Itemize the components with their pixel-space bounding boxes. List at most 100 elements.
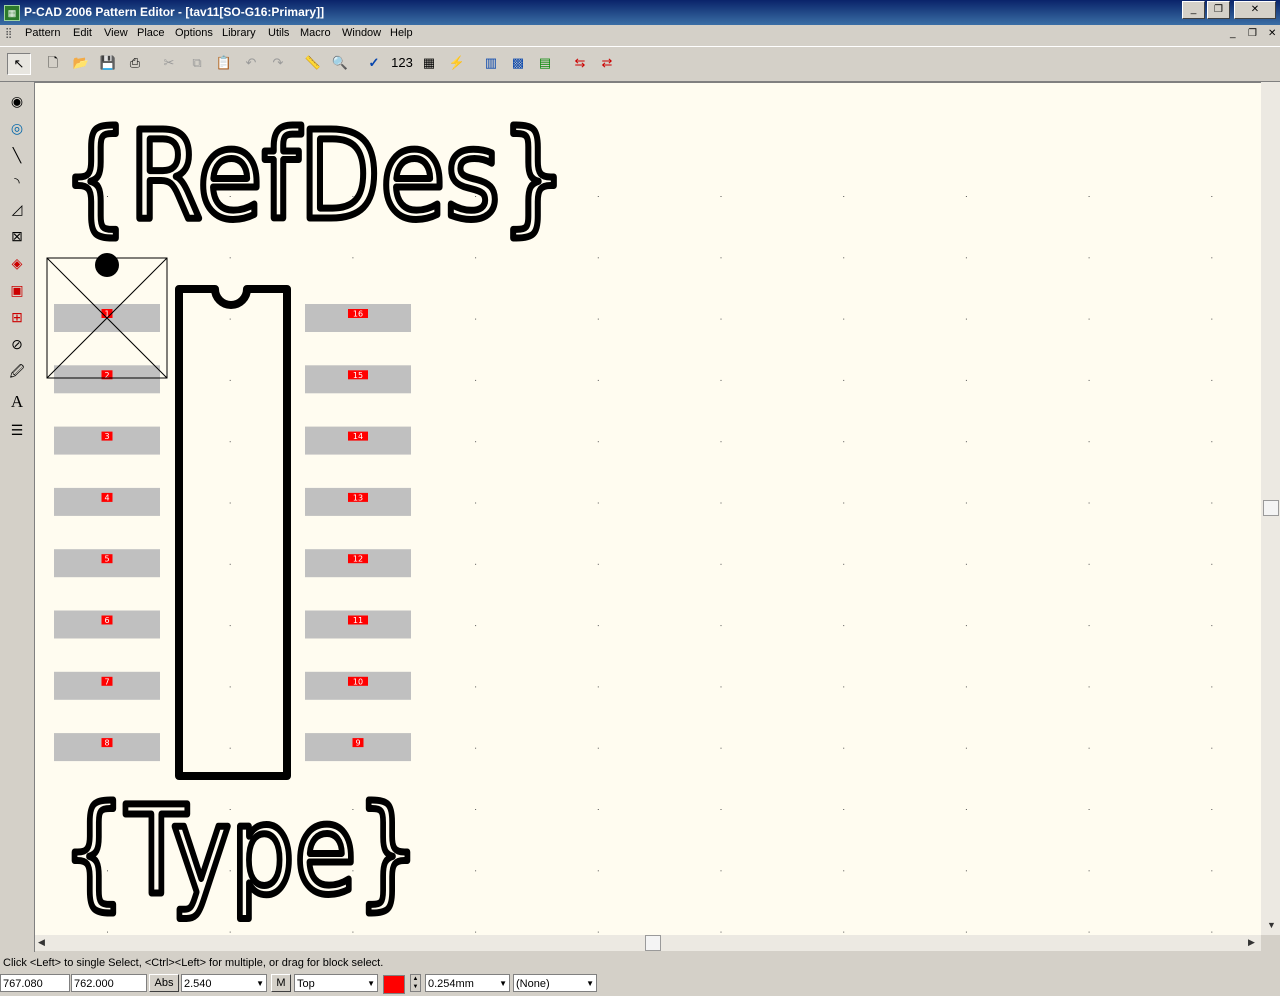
- minimize-button[interactable]: _: [1182, 1, 1205, 19]
- layer-color-swatch[interactable]: [383, 975, 405, 994]
- renumber-icon[interactable]: 123: [388, 53, 416, 73]
- scroll-left-icon[interactable]: ◀: [38, 937, 45, 948]
- layer-select[interactable]: Top ▼: [294, 974, 378, 992]
- grid-dot: [843, 809, 845, 810]
- grid-dot: [1211, 686, 1213, 688]
- line-width-value: 0.254mm: [428, 978, 474, 990]
- place-via-icon[interactable]: ◎: [6, 117, 28, 139]
- grid-dot: [597, 747, 599, 749]
- menu-macro[interactable]: Macro: [300, 27, 331, 39]
- pad-number-label: 1: [104, 310, 109, 319]
- menu-grip-icon: ⣿: [5, 28, 13, 39]
- redo-icon[interactable]: ↷: [267, 53, 289, 73]
- refdes-attribute[interactable]: {RefDes}: [59, 102, 571, 251]
- grid-dot: [107, 931, 108, 933]
- grid-dot: [965, 625, 967, 627]
- m-toggle-button[interactable]: M: [271, 974, 291, 992]
- print-icon[interactable]: ⎙: [124, 53, 146, 73]
- mdi-restore-button[interactable]: ❐: [1248, 28, 1257, 39]
- place-cutout-icon[interactable]: ▣: [6, 279, 28, 301]
- place-text-icon[interactable]: A: [6, 391, 28, 413]
- grid-dot: [1088, 318, 1090, 320]
- grid-dot: [475, 563, 477, 565]
- grid-dot: [843, 441, 845, 443]
- grid-dot: [229, 747, 231, 749]
- place-copper-pour-icon[interactable]: ◈: [6, 252, 28, 274]
- grid-dot: [720, 196, 722, 197]
- style-select[interactable]: (None) ▼: [513, 974, 597, 992]
- place-line-icon[interactable]: ╲: [6, 144, 28, 166]
- chevron-down-icon[interactable]: ▼: [256, 975, 264, 993]
- place-pad-icon[interactable]: ◉: [6, 90, 28, 112]
- horizontal-scrollbar[interactable]: ◀ ▶: [35, 935, 1261, 951]
- pattern-wizard-icon[interactable]: ▦: [418, 53, 440, 73]
- grid-dot: [965, 196, 967, 197]
- chevron-down-icon[interactable]: ▼: [586, 975, 594, 993]
- y-coordinate-field[interactable]: 762.000: [71, 974, 147, 992]
- grid-select[interactable]: 2.540 ▼: [181, 974, 267, 992]
- place-arc-icon[interactable]: ◝: [6, 171, 28, 193]
- menu-options[interactable]: Options: [175, 27, 213, 39]
- chevron-down-icon[interactable]: ▼: [367, 975, 375, 993]
- type-attribute[interactable]: {Type}: [59, 777, 424, 926]
- menu-library[interactable]: Library: [222, 27, 256, 39]
- close-button[interactable]: ✕: [1234, 1, 1276, 19]
- scroll-right-icon[interactable]: ▶: [1248, 937, 1255, 948]
- menu-place[interactable]: Place: [137, 27, 165, 39]
- place-polygon-icon[interactable]: ◿: [6, 198, 28, 220]
- place-pattern-icon[interactable]: ⊠: [6, 225, 28, 247]
- save-icon[interactable]: 💾: [97, 53, 119, 73]
- via-style-icon[interactable]: ▩: [507, 53, 529, 73]
- pattern-drawing[interactable]: {RefDes} 12345678161514131211109 {Type}: [35, 83, 1261, 936]
- grid-dot: [1088, 196, 1090, 197]
- paste-icon[interactable]: 📋: [213, 53, 235, 73]
- mdi-minimize-button[interactable]: _: [1230, 28, 1236, 39]
- flip-horizontal-icon[interactable]: ⇆: [569, 53, 591, 73]
- mdi-close-button[interactable]: ✕: [1268, 28, 1276, 39]
- cut-icon[interactable]: ✂: [158, 53, 180, 73]
- zoom-icon[interactable]: 🔍: [329, 53, 351, 73]
- grid-dot: [475, 379, 477, 381]
- grid-dot: [352, 931, 354, 933]
- grid-dot: [1211, 318, 1213, 320]
- menu-edit[interactable]: Edit: [73, 27, 92, 39]
- x-coordinate-field[interactable]: 767.080: [0, 974, 70, 992]
- grid-dot: [597, 379, 599, 381]
- title-bar: ▦ P-CAD 2006 Pattern Editor - [tav11[SO-…: [0, 0, 1280, 25]
- select-arrow-icon[interactable]: ↖: [7, 53, 31, 75]
- menu-help[interactable]: Help: [390, 27, 413, 39]
- menu-utils[interactable]: Utils: [268, 27, 289, 39]
- menu-window[interactable]: Window: [342, 27, 381, 39]
- validate-check-icon[interactable]: ✓: [363, 53, 385, 73]
- pattern-canvas[interactable]: {RefDes} 1 2 3 4 5 6 7 8 16 15 14 13 12 11 10 9 {Type}: [35, 82, 1261, 936]
- grid-dot: [229, 441, 231, 443]
- place-keepout-icon[interactable]: ⊞: [6, 306, 28, 328]
- flip-vertical-icon[interactable]: ⇄: [596, 53, 618, 73]
- flash-icon[interactable]: ⚡: [446, 53, 468, 73]
- restore-button[interactable]: ❐: [1207, 1, 1230, 19]
- open-folder-icon[interactable]: 📂: [70, 53, 92, 73]
- chevron-down-icon[interactable]: ▼: [499, 975, 507, 993]
- new-file-icon[interactable]: 🗋: [42, 53, 64, 73]
- grid-dot: [229, 379, 231, 381]
- line-width-select[interactable]: 0.254mm ▼: [425, 974, 510, 992]
- menu-pattern[interactable]: Pattern: [25, 27, 60, 39]
- grid-dot: [475, 747, 477, 749]
- vertical-scrollbar[interactable]: ▼: [1261, 82, 1280, 935]
- menu-view[interactable]: View: [104, 27, 128, 39]
- place-attribute-icon[interactable]: 🖉: [6, 360, 28, 382]
- vertical-scroll-thumb[interactable]: [1263, 500, 1279, 516]
- scroll-down-icon[interactable]: ▼: [1267, 920, 1276, 930]
- line-width-spinner[interactable]: ▲ ▼: [410, 974, 421, 992]
- pcad-chip-icon[interactable]: ▦: [4, 5, 20, 21]
- undo-icon[interactable]: ↶: [240, 53, 262, 73]
- place-forbidden-icon[interactable]: ⊘: [6, 333, 28, 355]
- place-field-icon[interactable]: ☰: [6, 419, 28, 441]
- copy-icon[interactable]: ⧉: [186, 53, 208, 73]
- layers-icon[interactable]: ▤: [534, 53, 556, 73]
- measure-ruler-icon[interactable]: 📏: [302, 53, 324, 73]
- horizontal-scroll-thumb[interactable]: [645, 935, 661, 951]
- component-body-outline[interactable]: [175, 285, 291, 780]
- abs-toggle-button[interactable]: Abs: [149, 974, 179, 992]
- pad-style-icon[interactable]: ▥: [480, 53, 502, 73]
